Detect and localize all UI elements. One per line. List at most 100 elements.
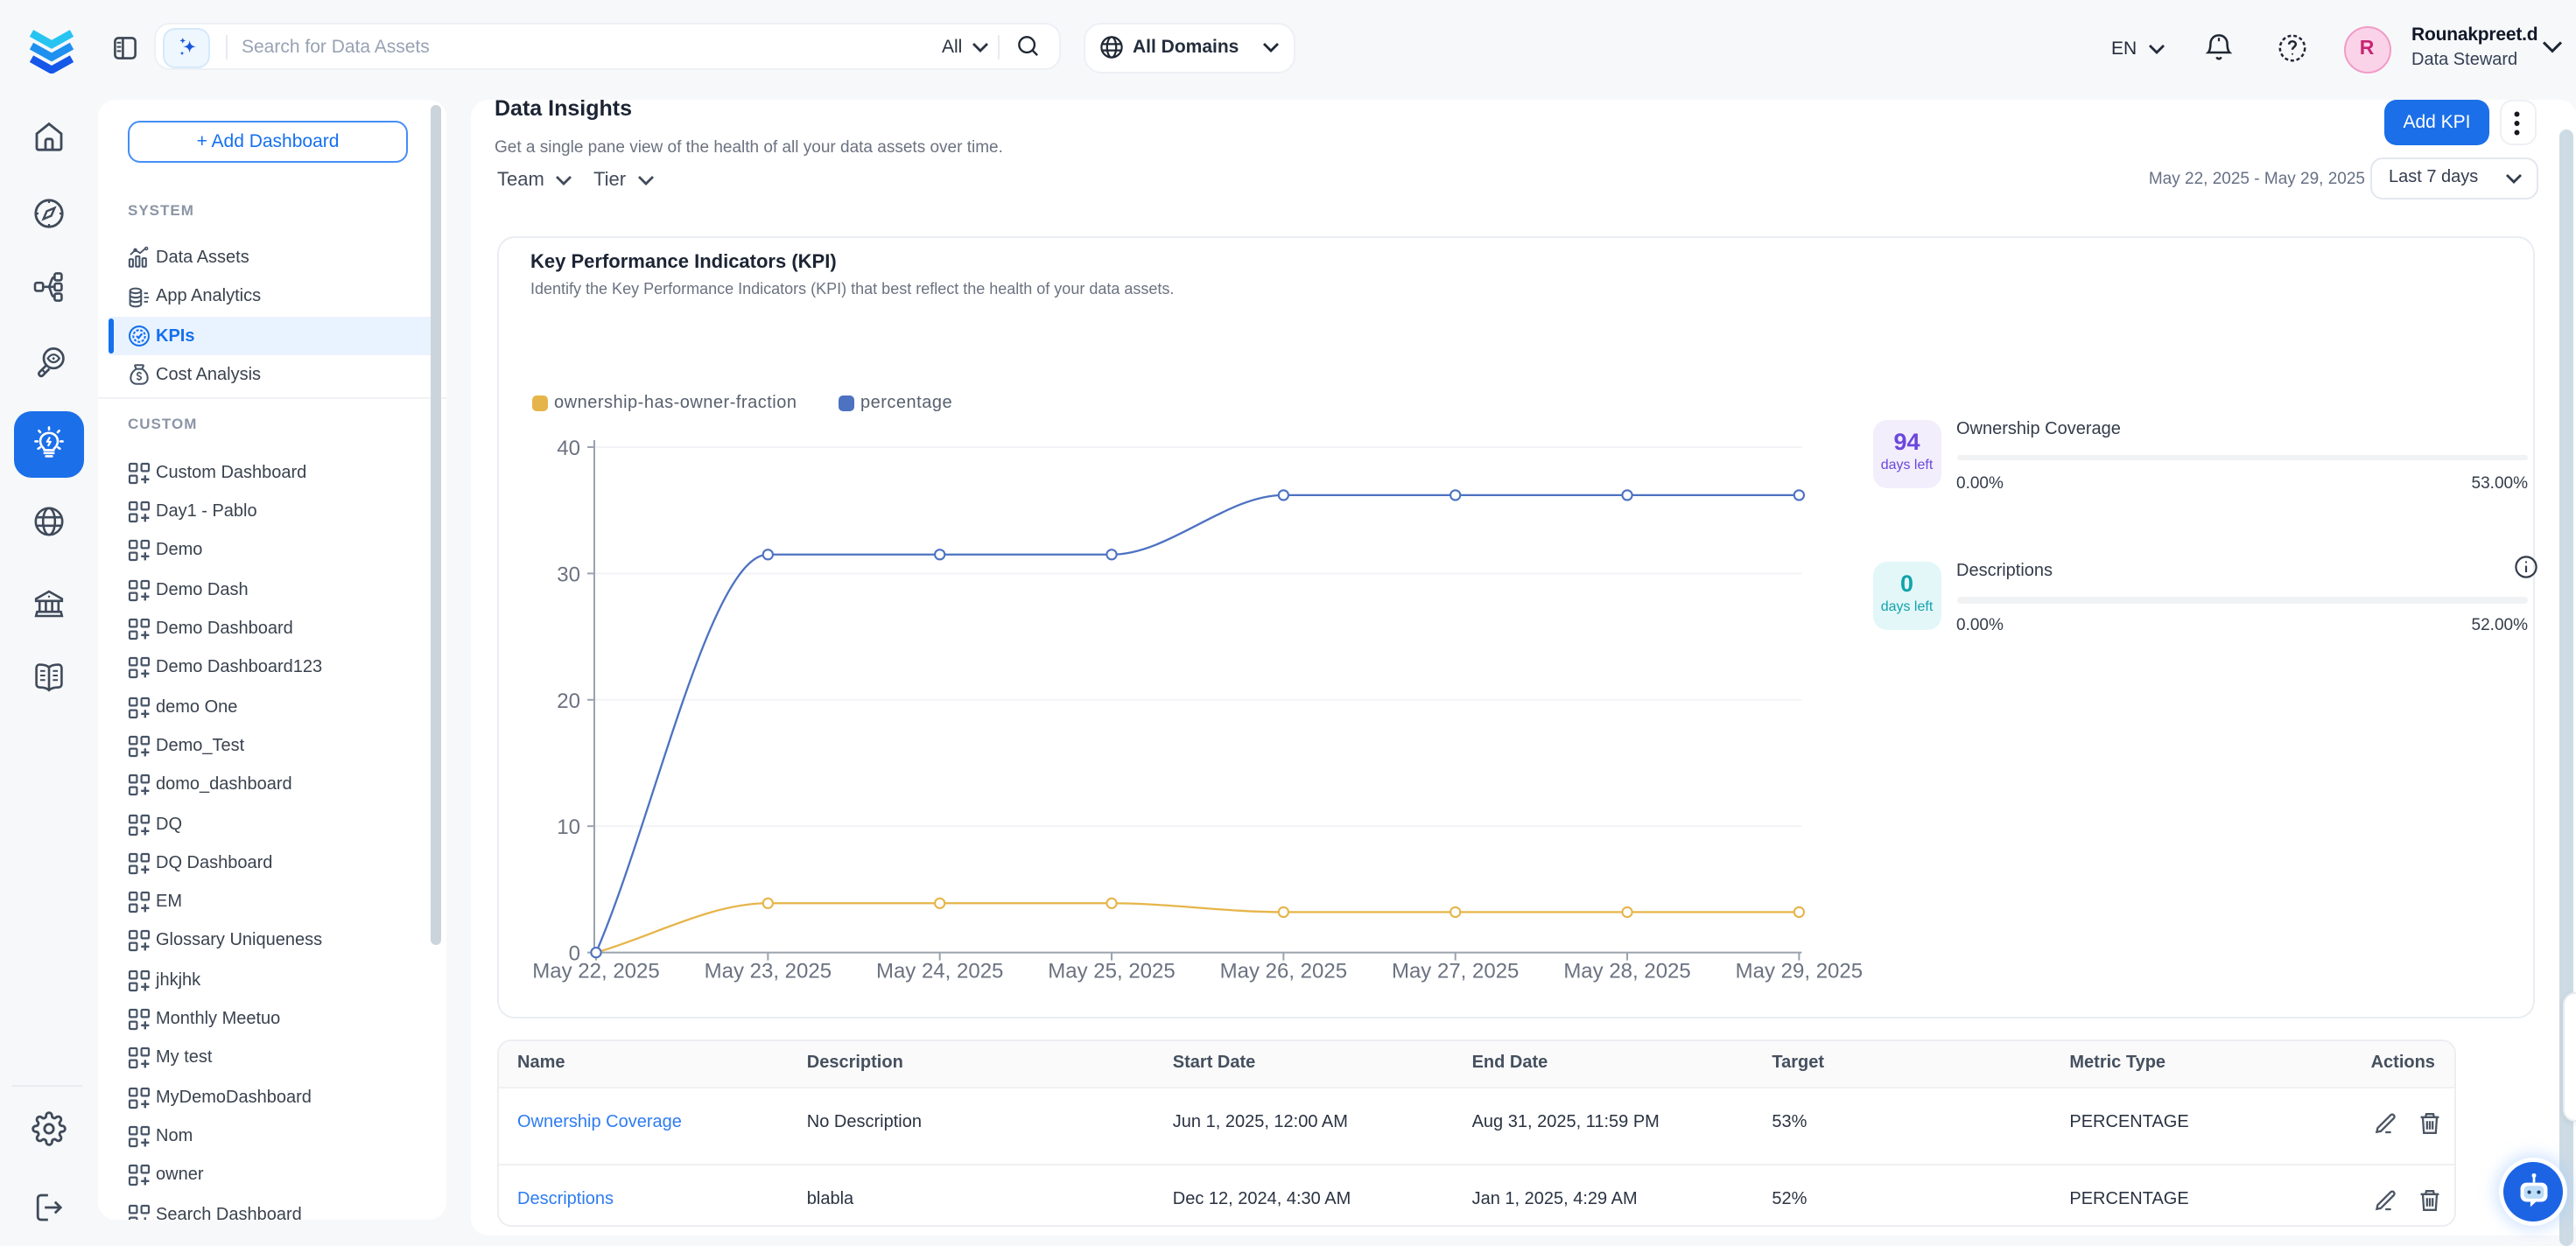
sidebar-item-custom-dashboard[interactable]: Nom	[98, 1117, 446, 1157]
sidebar-item-kpis[interactable]: KPIs	[109, 317, 435, 356]
sidebar-item-custom-dashboard[interactable]: Demo Dash	[98, 570, 446, 610]
table-cell: Dec 12, 2024, 4:30 AM	[1173, 1191, 1351, 1210]
table-row: DescriptionsblablaDec 12, 2024, 4:30 AMJ…	[499, 1165, 2453, 1227]
table-cell: No Description	[807, 1112, 922, 1131]
legend-item[interactable]: percentage	[838, 393, 952, 412]
delete-icon[interactable]	[2418, 1189, 2443, 1214]
dashboard-plus-icon	[128, 696, 151, 718]
kpi-table-card: NameDescriptionStart DateEnd DateTargetM…	[497, 1040, 2455, 1227]
table-cell: PERCENTAGE	[2069, 1191, 2188, 1210]
kpi-name-link[interactable]: Descriptions	[517, 1191, 614, 1210]
svg-text:May 22, 2025: May 22, 2025	[532, 960, 659, 984]
legend-swatch	[531, 395, 547, 410]
rail-home-icon[interactable]	[0, 119, 98, 154]
svg-text:May 23, 2025: May 23, 2025	[705, 960, 832, 984]
sidebar-item-custom-dashboard[interactable]: Day1 - Pablo	[98, 493, 446, 532]
dashboard-plus-icon	[128, 579, 151, 602]
dashboard-plus-icon	[128, 540, 151, 563]
period-select[interactable]: Last 7 days	[2369, 157, 2537, 199]
rail-govern-bank-icon[interactable]	[0, 585, 98, 620]
user-avatar[interactable]: R	[2343, 25, 2390, 73]
add-dashboard-button[interactable]: + Add Dashboard	[128, 120, 408, 163]
all-domains-dropdown[interactable]: All Domains	[1084, 23, 1295, 73]
kpi-line-chart[interactable]: 010203040May 22, 2025May 23, 2025May 24,…	[530, 420, 1913, 998]
sidebar-item-app-analytics[interactable]: App Analytics	[98, 277, 446, 317]
sidebar-item-custom-dashboard[interactable]: jhkjhk	[98, 961, 446, 1000]
table-cell: Aug 31, 2025, 11:59 PM	[1472, 1112, 1660, 1131]
page-title: Data Insights	[495, 95, 632, 120]
sidebar-item-custom-dashboard[interactable]: EM	[98, 883, 446, 922]
user-name: Rounakpreet.d	[2411, 24, 2537, 46]
table-row: Ownership CoverageNo DescriptionJun 1, 2…	[499, 1088, 2453, 1165]
rail-divider	[12, 1084, 82, 1086]
legend-item[interactable]: ownership-has-owner-fraction	[531, 393, 797, 412]
svg-text:30: 30	[557, 563, 580, 586]
sidebar-item-custom-dashboard[interactable]: My test	[98, 1040, 446, 1079]
row-actions	[2375, 1110, 2443, 1135]
domains-label: All Domains	[1133, 38, 1239, 59]
rail-observability-icon[interactable]	[0, 344, 98, 381]
sidebar-item-custom-dashboard[interactable]: Demo Dashboard	[98, 610, 446, 649]
system-section-label: SYSTEM	[128, 200, 194, 218]
sidebar-item-custom-dashboard[interactable]: DQ Dashboard	[98, 844, 446, 884]
team-filter[interactable]: Team	[497, 169, 572, 190]
days-left-label: days left	[1873, 598, 1941, 614]
dashboard-plus-icon	[128, 500, 151, 523]
search-placeholder[interactable]: Search for Data Assets	[242, 37, 430, 58]
ai-sparkle-icon[interactable]	[163, 28, 210, 68]
kpi-name-link[interactable]: Ownership Coverage	[517, 1112, 682, 1131]
svg-text:May 24, 2025: May 24, 2025	[876, 960, 1003, 984]
user-menu-chevron-icon[interactable]	[2542, 40, 2563, 54]
global-search-bar[interactable]: Search for Data Assets All	[154, 22, 1061, 70]
info-icon[interactable]	[2514, 555, 2538, 579]
kpi-card-subtitle: Identify the Key Performance Indicators …	[530, 280, 1174, 298]
rail-explore-compass-icon[interactable]	[0, 195, 98, 230]
dashboard-plus-icon	[128, 852, 151, 875]
chatbot-button[interactable]	[2503, 1162, 2563, 1222]
search-icon[interactable]	[1015, 33, 1042, 60]
add-kpi-button[interactable]: Add KPI	[2384, 100, 2489, 145]
sidebar-item-custom-dashboard[interactable]: owner	[98, 1156, 446, 1195]
sidebar-scrollbar[interactable]	[431, 104, 441, 944]
svg-text:May 28, 2025: May 28, 2025	[1563, 960, 1690, 984]
sidebar-toggle-icon[interactable]	[114, 37, 137, 60]
more-options-button[interactable]	[2499, 100, 2536, 145]
rail-domains-globe-icon[interactable]	[0, 503, 98, 538]
days-left-number: 0	[1873, 570, 1941, 597]
sidebar-item-custom-dashboard[interactable]: Glossary Uniqueness	[98, 922, 446, 962]
delete-icon[interactable]	[2418, 1110, 2443, 1135]
rail-insights-active-button[interactable]	[13, 410, 83, 478]
sidebar-item-custom-dashboard[interactable]: Monthly Meetuo	[98, 1000, 446, 1040]
edge-widget-tab[interactable]	[2563, 991, 2576, 1121]
dashboard-plus-icon	[128, 1203, 151, 1220]
sidebar-item-custom-dashboard[interactable]: Demo_Test	[98, 727, 446, 766]
sidebar-item-custom-dashboard[interactable]: Search Dashboard	[98, 1195, 446, 1220]
sidebar-item-custom-dashboard[interactable]: Demo Dashboard123	[98, 649, 446, 689]
notifications-bell-icon[interactable]	[2202, 32, 2236, 65]
sidebar-item-cost-analysis[interactable]: Cost Analysis	[98, 355, 446, 395]
robot-icon	[2511, 1170, 2555, 1214]
sidebar-item-custom-dashboard[interactable]: Demo	[98, 532, 446, 571]
rail-settings-gear-icon[interactable]	[0, 1110, 98, 1145]
sidebar-item-data-assets[interactable]: Data Assets	[98, 239, 446, 278]
edit-icon[interactable]	[2375, 1110, 2399, 1135]
globe-icon	[1099, 36, 1124, 60]
sidebar-item-custom-dashboard[interactable]: domo_dashboard	[98, 766, 446, 805]
edit-icon[interactable]	[2375, 1189, 2399, 1214]
rail-lineage-icon[interactable]	[0, 270, 98, 304]
sidebar-item-custom-dashboard[interactable]: DQ	[98, 805, 446, 844]
tier-filter[interactable]: Tier	[593, 169, 654, 190]
dashboard-plus-icon	[128, 1086, 151, 1109]
language-select[interactable]: EN	[2111, 38, 2165, 60]
table-cell: PERCENTAGE	[2069, 1112, 2188, 1131]
rail-glossary-book-icon[interactable]	[0, 659, 98, 694]
sidebar-item-custom-dashboard[interactable]: demo One	[98, 688, 446, 727]
help-icon[interactable]	[2276, 32, 2309, 65]
kpi-card-title: Key Performance Indicators (KPI)	[530, 252, 837, 273]
sidebar-item-custom-dashboard[interactable]: Custom Dashboard	[98, 454, 446, 494]
rail-logout-icon[interactable]	[0, 1189, 98, 1224]
table-cell: blabla	[807, 1191, 853, 1210]
legend-swatch	[838, 395, 853, 410]
search-scope-select[interactable]: All	[942, 37, 988, 58]
sidebar-item-custom-dashboard[interactable]: MyDemoDashboard	[98, 1078, 446, 1117]
